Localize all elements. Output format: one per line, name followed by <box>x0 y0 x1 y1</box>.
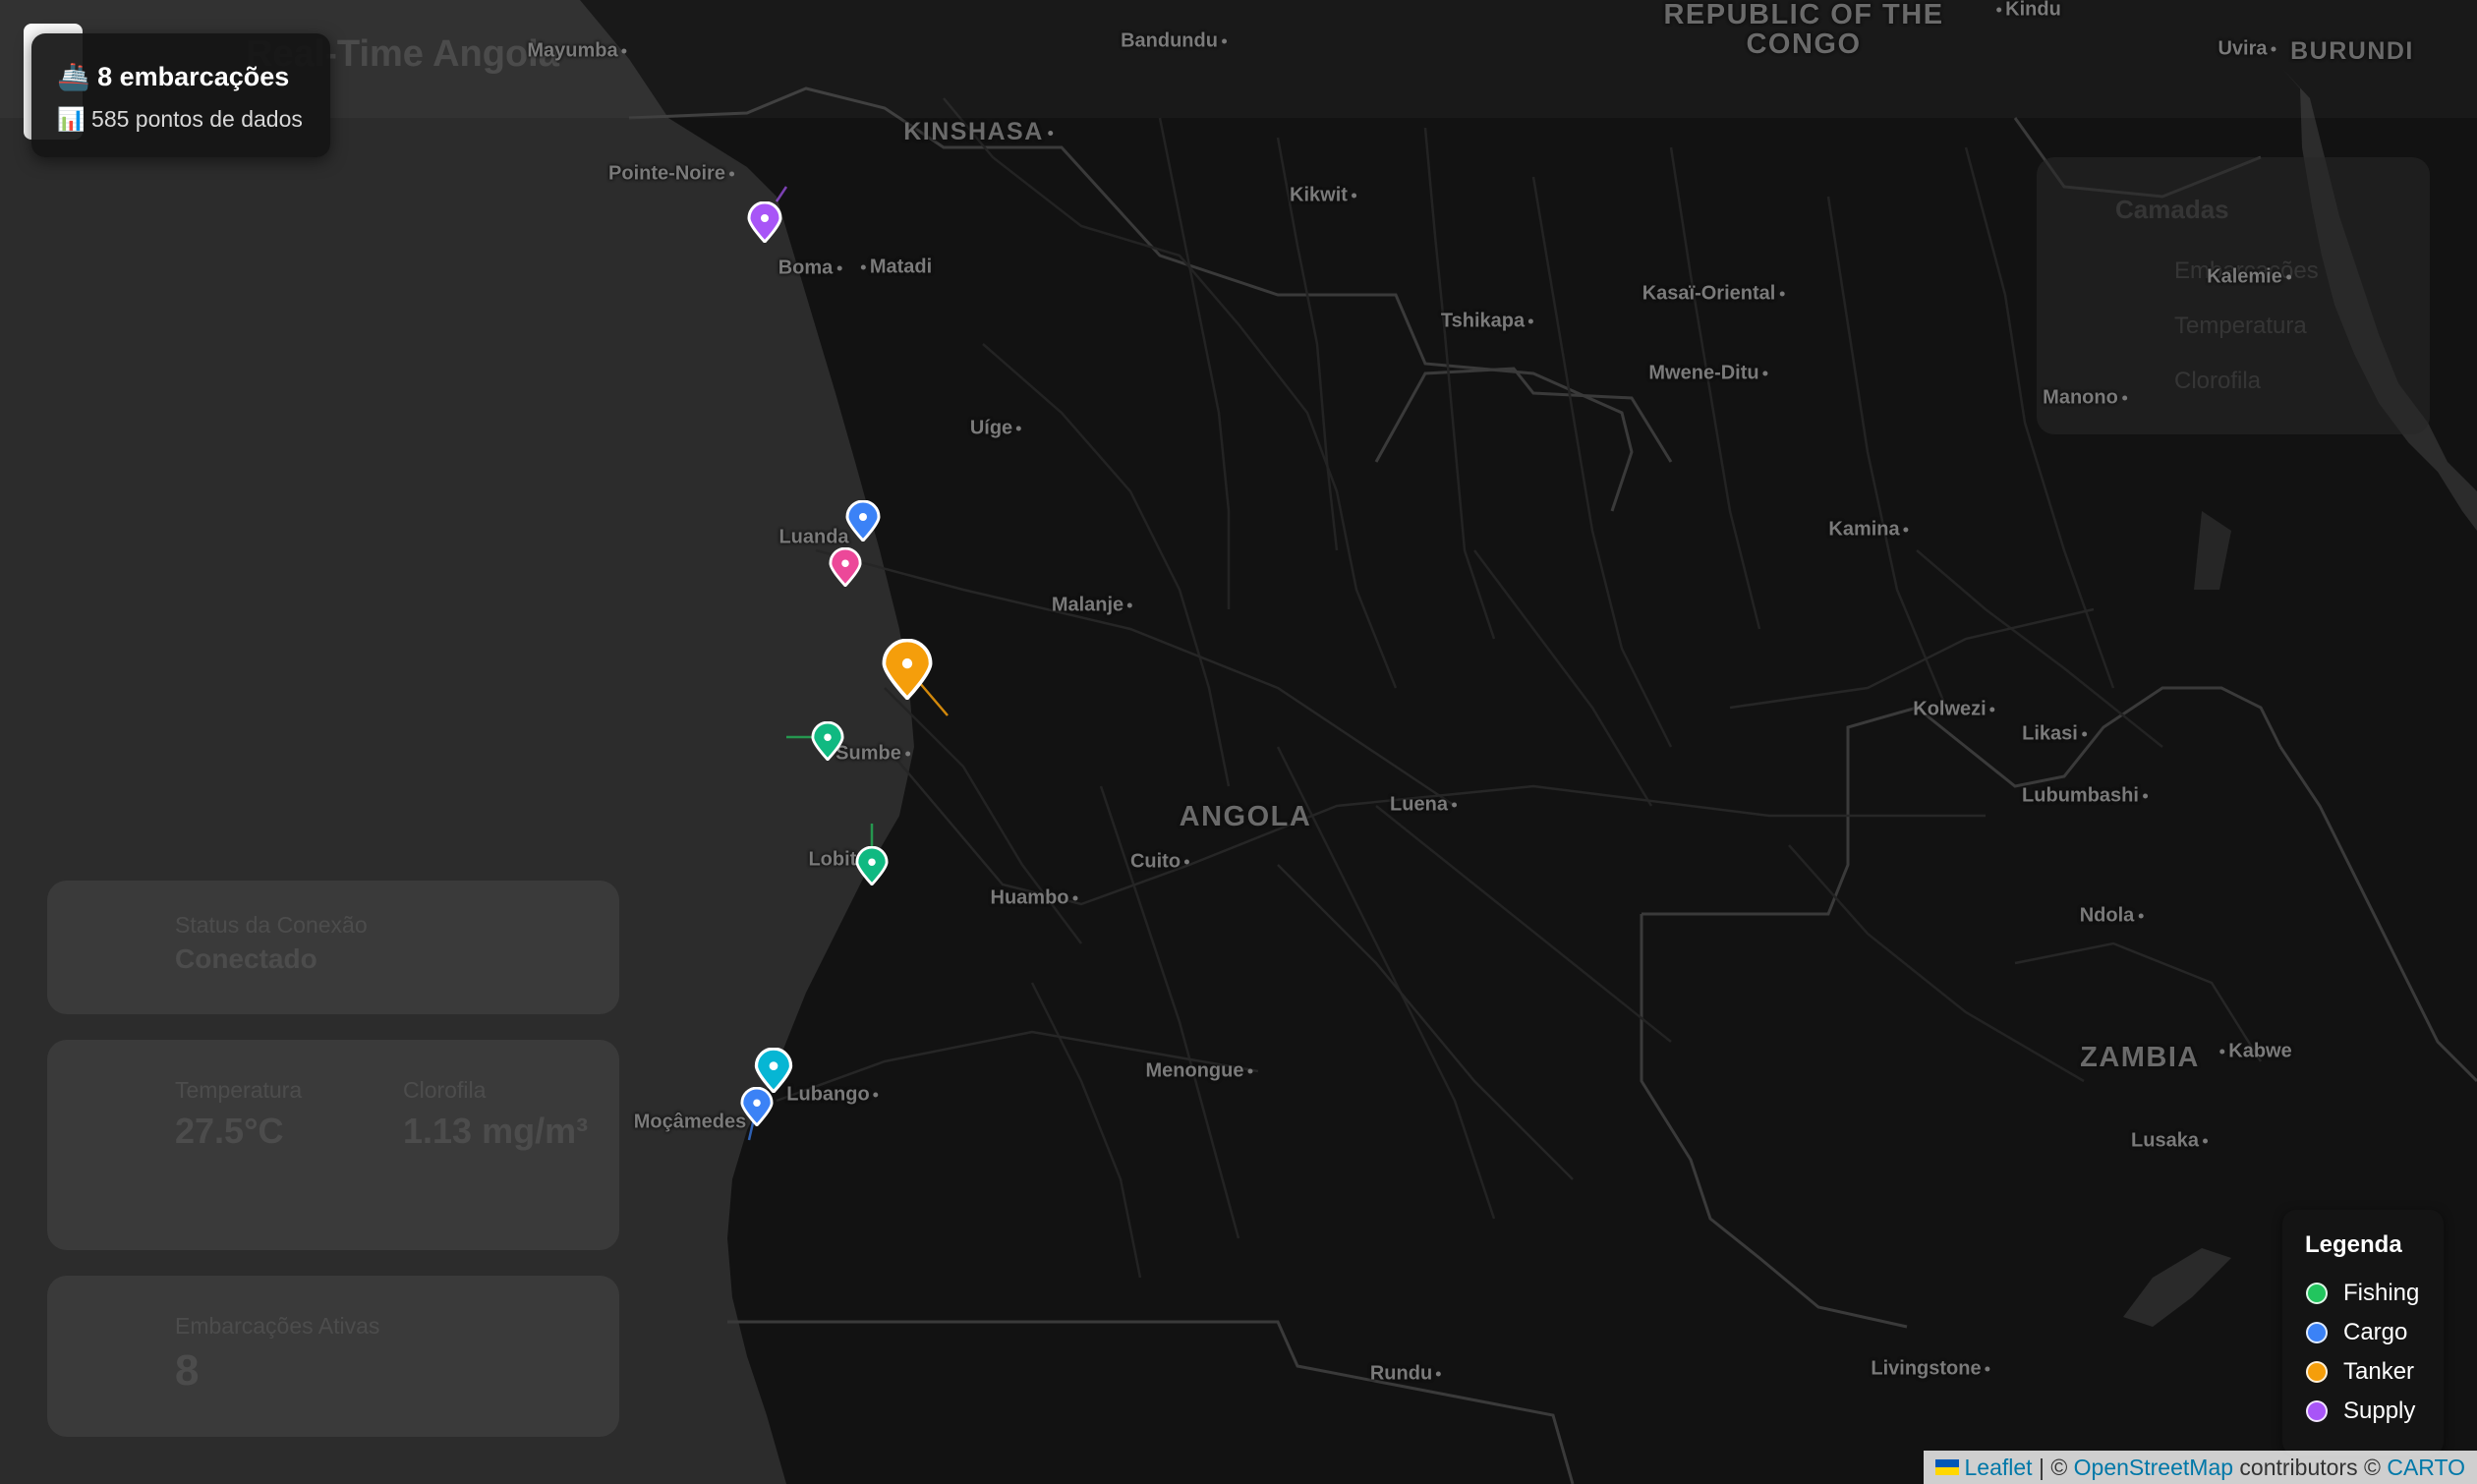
vessel-marker-fishing[interactable] <box>855 846 889 885</box>
label-manono: Manono <box>2043 387 2131 410</box>
label-ndola: Ndola <box>2080 905 2148 928</box>
legend-label: Cargo <box>2343 1319 2408 1345</box>
label-lusaka: Lusaka <box>2131 1130 2212 1153</box>
legend-item-cargo: Cargo <box>2306 1318 2407 1347</box>
label-pointe-noire: Pointe-Noire <box>608 163 738 186</box>
fishing-swatch <box>2306 1283 2328 1304</box>
header-bar <box>0 0 2477 118</box>
carto-link[interactable]: CARTO <box>2387 1455 2465 1481</box>
label-lubango: Lubango <box>786 1084 882 1107</box>
label-mayumba: Mayumba <box>527 40 630 63</box>
vessel-marker-cargo[interactable] <box>740 1087 774 1126</box>
legend-label: Tanker <box>2343 1358 2415 1385</box>
label-bandundu: Bandundu <box>1121 30 1231 53</box>
label-zambia: ZAMBIA <box>2080 1042 2200 1073</box>
map-attribution: Leaflet | © OpenStreetMap contributors ©… <box>1923 1451 2477 1484</box>
vessel-marker-tanker[interactable] <box>881 639 934 700</box>
label-kasai-oriental: Kasaï-Oriental <box>1642 283 1789 306</box>
map-legend: Legenda Fishing Cargo Tanker Supply <box>2282 1210 2444 1455</box>
label-kabwe: Kabwe <box>2216 1041 2292 1063</box>
label-angola: ANGOLA <box>1179 801 1312 832</box>
attribution-contributors: contributors © <box>2233 1454 2388 1480</box>
label-mocamedes: Moçâmedes <box>633 1111 747 1133</box>
active-vessels-label: Embarcações Ativas <box>175 1313 380 1339</box>
legend-item-tanker: Tanker <box>2306 1357 2414 1387</box>
label-kolwezi: Kolwezi <box>1913 699 1998 721</box>
label-kamina: Kamina <box>1828 519 1912 542</box>
label-likasi: Likasi <box>2022 723 2091 746</box>
data-points-count: 📊 585 pontos de dados <box>57 106 303 132</box>
label-rundu: Rundu <box>1370 1363 1445 1386</box>
temperature-label: Temperatura <box>175 1077 303 1103</box>
legend-item-fishing: Fishing <box>2306 1279 2419 1308</box>
connection-label: Status da Conexão <box>175 912 368 938</box>
cargo-swatch <box>2306 1322 2328 1343</box>
label-cuito: Cuito <box>1130 851 1193 874</box>
label-matadi: Matadi <box>857 257 932 279</box>
label-republic-of-the-congo: REPUBLIC OF THE CONGO <box>1663 0 1944 60</box>
label-kindu: Kindu <box>1992 0 2061 22</box>
vessel-count: 🚢 8 embarcações <box>57 62 290 91</box>
vessel-marker-pink[interactable] <box>829 547 862 587</box>
tanker-swatch <box>2306 1361 2328 1383</box>
legend-label: Fishing <box>2343 1280 2420 1306</box>
vessel-marker-fishing[interactable] <box>811 721 844 761</box>
label-uvira: Uvira <box>2218 38 2279 61</box>
attribution-separator: | © <box>2032 1454 2074 1480</box>
vessel-marker-cargo[interactable] <box>845 500 881 542</box>
supply-swatch <box>2306 1400 2328 1422</box>
legend-item-supply: Supply <box>2306 1397 2415 1426</box>
vessels-card <box>47 1276 619 1437</box>
label-kinshasa: KINSHASA <box>903 117 1057 146</box>
ukraine-flag-icon <box>1934 1459 1959 1475</box>
label-mwene-ditu: Mwene-Ditu <box>1648 363 1771 385</box>
label-tshikapa: Tshikapa <box>1441 311 1537 333</box>
legend-label: Supply <box>2343 1398 2416 1424</box>
label-burundi: BURUNDI <box>2290 37 2414 65</box>
layer-item[interactable]: Temperatura <box>2174 313 2307 340</box>
label-malanje: Malanje <box>1052 595 1136 617</box>
chlorophyll-label: Clorofila <box>403 1077 487 1103</box>
layer-item[interactable]: Clorofila <box>2174 368 2261 395</box>
layers-panel-title: Camadas <box>2115 195 2229 224</box>
osm-link[interactable]: OpenStreetMap <box>2074 1455 2233 1481</box>
label-menongue: Menongue <box>1146 1060 1257 1083</box>
vessel-stats-box: 🚢 8 embarcações 📊 585 pontos de dados <box>31 33 330 157</box>
legend-title: Legenda <box>2305 1231 2402 1258</box>
label-boma: Boma <box>778 257 846 280</box>
connection-value: Conectado <box>175 943 317 974</box>
label-livingstone: Livingstone <box>1871 1358 1993 1381</box>
label-luanda: Luanda <box>778 526 849 548</box>
label-kikwit: Kikwit <box>1290 185 1360 207</box>
label-kalemie: Kalemie <box>2207 266 2295 289</box>
label-uige: Uíge <box>970 418 1025 440</box>
label-lubumbashi: Lubumbashi <box>2022 785 2152 808</box>
label-sumbe: Sumbe <box>835 743 914 766</box>
connection-card <box>47 881 619 1014</box>
active-vessels-value: 8 <box>175 1346 200 1395</box>
leaflet-link[interactable]: Leaflet <box>1965 1455 2033 1481</box>
label-luena: Luena <box>1390 794 1461 817</box>
chlorophyll-value: 1.13 mg/m³ <box>403 1111 589 1151</box>
label-huambo: Huambo <box>991 887 1082 910</box>
vessel-marker-supply[interactable] <box>747 201 782 243</box>
temperature-value: 27.5°C <box>175 1111 284 1151</box>
